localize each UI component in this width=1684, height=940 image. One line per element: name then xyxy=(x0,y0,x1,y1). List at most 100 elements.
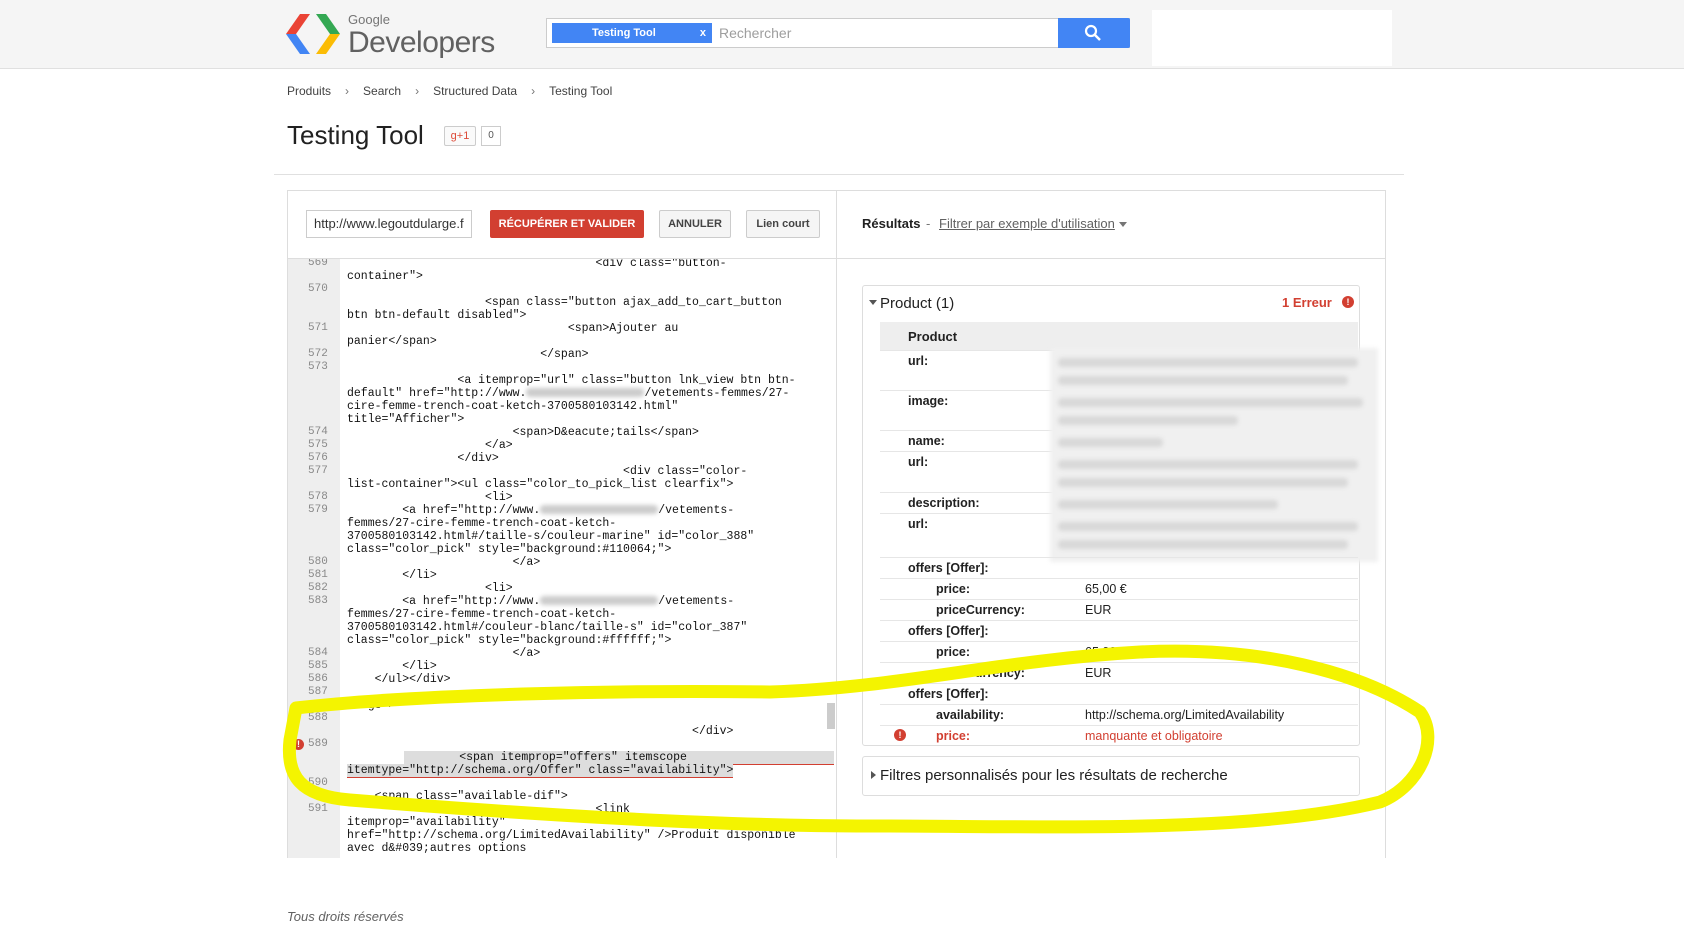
line-number: 569 xyxy=(308,259,328,269)
property-row: priceCurrency: EUR xyxy=(880,599,1358,620)
line-number: 579 xyxy=(308,504,328,516)
line-number: 588 xyxy=(308,712,328,724)
line-number: 589 xyxy=(308,738,328,750)
cancel-button[interactable]: ANNULER xyxy=(659,210,731,238)
line-number: 586 xyxy=(308,673,328,685)
breadcrumb-item-testing-tool[interactable]: Testing Tool xyxy=(549,84,612,98)
logo-developers-text: Developers xyxy=(348,26,495,59)
code-line: <li> xyxy=(347,582,513,595)
code-line: <link xyxy=(347,803,630,816)
code-line: <div class="product- xyxy=(347,686,734,699)
line-number: 572 xyxy=(308,348,328,360)
breadcrumb-item-structured-data[interactable]: Structured Data xyxy=(433,84,517,98)
chevron-down-icon[interactable] xyxy=(1119,222,1127,227)
property-key: image: xyxy=(908,394,949,408)
search-box[interactable]: Testing Tool x Rechercher xyxy=(546,18,1130,48)
account-area xyxy=(1152,10,1392,66)
gplus-button[interactable]: g+1 xyxy=(444,126,476,146)
search-scope-chip[interactable]: Testing Tool x xyxy=(552,23,712,43)
code-line: container"> xyxy=(347,270,423,283)
breadcrumb-item-produits[interactable]: Produits xyxy=(287,84,331,98)
short-link-button[interactable]: Lien court xyxy=(746,210,820,238)
url-input[interactable]: http://www.legoutdularge.f xyxy=(306,210,472,238)
editor-scrollbar[interactable] xyxy=(827,703,835,729)
custom-filters-label[interactable]: Filtres personnalisés pour les résultats… xyxy=(880,767,1228,784)
property-row: availability: http://schema.org/LimitedAv… xyxy=(880,704,1358,725)
product-type-label: Product xyxy=(908,329,958,344)
code-line: 3700580103142.html#/couleur-blanc/taille… xyxy=(347,621,748,634)
source-code-editor[interactable]: 569 <div class="button- container"> 570 … xyxy=(288,259,836,858)
property-key: offers [Offer]: xyxy=(908,561,989,575)
property-key: url: xyxy=(908,517,929,531)
code-line: femmes/27-cire-femme-trench-coat-ketch- xyxy=(347,608,617,621)
line-number: 575 xyxy=(308,439,328,451)
property-value: 65,00 € xyxy=(1085,645,1127,659)
redacted-domain xyxy=(540,596,659,606)
property-key: name: xyxy=(908,434,945,448)
line-number: 581 xyxy=(308,569,328,581)
fetch-and-validate-button[interactable]: RÉCUPÉRER ET VALIDER xyxy=(490,210,644,238)
property-row: offers [Offer]: xyxy=(880,557,1358,578)
breadcrumb-item-search[interactable]: Search xyxy=(363,84,401,98)
redacted-value xyxy=(1058,416,1238,425)
error-marker-icon[interactable]: ! xyxy=(293,739,304,750)
caret-down-icon[interactable] xyxy=(869,300,877,305)
line-number: 571 xyxy=(308,322,328,334)
line-number: 574 xyxy=(308,426,328,438)
highlighted-code-line: itemtype="http://schema.org/Offer" class… xyxy=(347,764,734,778)
property-key: offers [Offer]: xyxy=(908,687,989,701)
code-text: default" href="http://www. xyxy=(347,387,527,400)
property-key: price: xyxy=(936,645,971,659)
line-number: 582 xyxy=(308,582,328,594)
line-number: 580 xyxy=(308,556,328,568)
top-bar: Google Developers Testing Tool x Recherc… xyxy=(0,0,1684,69)
code-line: class="color_pick" style="background:#11… xyxy=(347,543,672,556)
redacted-value xyxy=(1058,540,1348,549)
google-developers-logo[interactable]: Google Developers xyxy=(286,10,506,60)
property-key: price: xyxy=(936,729,971,743)
redacted-value xyxy=(1058,478,1348,487)
code-line: <span>Ajouter au xyxy=(347,322,679,335)
code-text: /vetements- xyxy=(658,595,735,608)
property-key: price: xyxy=(936,582,971,596)
code-line: <div class="color- xyxy=(347,465,748,478)
line-number: 587 xyxy=(308,686,328,698)
code-line: <a href="http://www. /vetements- xyxy=(347,504,734,517)
highlighted-code-line: <span itemprop="offers" itemscope xyxy=(404,751,834,765)
property-row: offers [Offer]: xyxy=(880,620,1358,641)
property-key: offers [Offer]: xyxy=(908,624,989,638)
code-line: </li> xyxy=(347,569,437,582)
product-card-title[interactable]: Product (1) xyxy=(880,295,954,312)
code-line: 3700580103142.html#/taille-s/couleur-mar… xyxy=(347,530,755,543)
chevron-right-icon: › xyxy=(345,84,350,98)
results-label: Résultats xyxy=(862,216,921,231)
property-row-error: price: manquante et obligatoire xyxy=(880,725,1358,746)
code-text: /vetements- xyxy=(658,504,735,517)
caret-right-icon[interactable] xyxy=(871,771,876,779)
property-value: EUR xyxy=(1085,603,1112,617)
code-line: flags"> xyxy=(347,699,396,712)
code-line: cire-femme-trench-coat-ketch-37005801031… xyxy=(347,400,679,413)
code-line: avec d&#039;autres options xyxy=(347,842,527,855)
property-value-error: manquante et obligatoire xyxy=(1085,729,1223,743)
line-number: 583 xyxy=(308,595,328,607)
property-value: 65,00 € xyxy=(1085,582,1127,596)
code-text: /vetements-femmes/27- xyxy=(644,387,790,400)
search-input[interactable]: Rechercher xyxy=(719,25,791,41)
filter-by-example-dropdown[interactable]: Filtrer par exemple d'utilisation xyxy=(939,216,1115,231)
search-button[interactable] xyxy=(1058,18,1130,48)
redacted-value xyxy=(1058,460,1358,469)
redacted-value xyxy=(1058,500,1278,509)
property-row: priceCurrency: EUR xyxy=(880,662,1358,683)
code-line: class="color_pick" style="background:#ff… xyxy=(347,634,672,647)
property-row: offers [Offer]: xyxy=(880,683,1358,704)
code-line: femmes/27-cire-femme-trench-coat-ketch- xyxy=(347,517,617,530)
property-value: EUR xyxy=(1085,666,1112,680)
error-count: 1 Erreur xyxy=(1282,295,1332,310)
redacted-domain xyxy=(540,505,659,515)
line-number: 573 xyxy=(308,361,328,373)
chip-close-icon[interactable]: x xyxy=(700,23,706,43)
redacted-value xyxy=(1058,376,1348,385)
redacted-value xyxy=(1058,398,1363,407)
code-text: <a href="http://www. xyxy=(347,504,541,517)
